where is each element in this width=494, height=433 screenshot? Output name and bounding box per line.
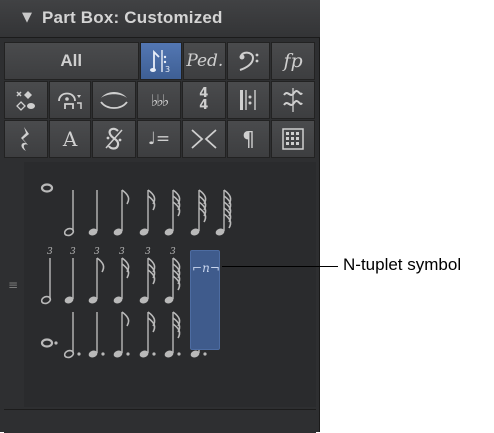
svg-text:3: 3	[94, 247, 100, 257]
note-symbol[interactable]	[163, 178, 185, 244]
tab-tempo[interactable]: ♩=	[137, 120, 181, 158]
dynamics-fp-icon: fp	[283, 50, 303, 72]
part-box-title: Part Box: Customized	[42, 8, 223, 27]
tab-grid[interactable]	[271, 120, 316, 158]
disclosure-triangle-icon[interactable]: ▼	[22, 10, 32, 25]
group-button-grid: All 3 Ped. fp ♭♭♭ 4 4 A ♩= ¶	[4, 42, 316, 159]
pedal-icon: Ped.	[186, 51, 224, 71]
hairpin-icon	[191, 129, 217, 149]
repeat-icon	[240, 90, 257, 110]
tempo-icon: ♩=	[147, 129, 171, 149]
articulation-icon	[58, 92, 82, 109]
panel-footer	[4, 409, 316, 433]
paragraph-icon: ¶	[242, 127, 255, 151]
dotted-note-symbol[interactable]	[40, 323, 62, 389]
dotted-note-symbol[interactable]	[163, 300, 185, 366]
callout-label: N-tuplet symbol	[343, 255, 462, 274]
note-symbol[interactable]	[112, 178, 134, 244]
tab-articulations[interactable]	[48, 81, 92, 119]
ornament-icon	[283, 88, 304, 112]
triplet-note-symbol[interactable]: 3	[40, 246, 62, 312]
notes-tuplet-icon: 3	[149, 49, 170, 74]
segno-icon	[105, 127, 123, 150]
slur-icon	[100, 92, 129, 109]
svg-text:3: 3	[119, 247, 125, 257]
svg-text:3: 3	[47, 247, 53, 257]
note-symbol[interactable]	[189, 178, 211, 244]
dotted-note-symbol[interactable]	[87, 300, 109, 366]
drag-handle-icon[interactable]: ≡	[8, 278, 18, 292]
tab-paragraph[interactable]: ¶	[226, 120, 271, 158]
time-signature-bottom: 4	[199, 98, 209, 113]
grid-icon	[282, 128, 304, 150]
note-symbol[interactable]	[138, 178, 160, 244]
noteheads-icon	[15, 91, 35, 111]
tab-dynamics[interactable]: fp	[271, 42, 315, 80]
tab-rests[interactable]	[4, 120, 48, 158]
tab-pedal[interactable]: Ped.	[183, 42, 227, 80]
n-tuplet-glyph: ⌐n¬	[192, 261, 220, 275]
note-symbol[interactable]	[87, 178, 109, 244]
tab-ornaments[interactable]	[271, 81, 316, 119]
rest-icon	[20, 127, 29, 151]
tab-slurs[interactable]	[92, 81, 137, 119]
dotted-note-symbol[interactable]	[63, 300, 85, 366]
svg-text:3: 3	[170, 247, 176, 257]
tab-notes-tuplets[interactable]: 3	[139, 42, 183, 80]
dotted-note-symbol[interactable]	[112, 300, 134, 366]
note-symbol[interactable]	[63, 178, 85, 244]
svg-text:3: 3	[165, 65, 170, 74]
part-box-header[interactable]: ▼ Part Box: Customized	[0, 0, 320, 38]
tab-clefs[interactable]	[227, 42, 271, 80]
tab-all[interactable]: All	[4, 42, 139, 80]
accidentals-icon: ♭♭♭	[150, 90, 170, 110]
tab-noteheads[interactable]	[4, 81, 48, 119]
dotted-note-symbol[interactable]	[138, 300, 160, 366]
n-tuplet-symbol[interactable]: ⌐n¬	[190, 250, 220, 350]
tab-repeats[interactable]	[226, 81, 271, 119]
text-icon: A	[62, 127, 78, 151]
tab-segno-coda[interactable]	[92, 120, 137, 158]
bass-clef-icon	[239, 51, 259, 71]
tab-time-signatures[interactable]: 4 4	[181, 81, 226, 119]
note-symbol[interactable]	[214, 178, 236, 244]
svg-text:3: 3	[70, 247, 76, 257]
callout-line	[222, 266, 338, 267]
note-symbol[interactable]	[40, 168, 62, 234]
tab-text[interactable]: A	[48, 120, 92, 158]
tab-hairpins[interactable]	[181, 120, 226, 158]
svg-text:3: 3	[145, 247, 151, 257]
tab-accidentals[interactable]: ♭♭♭	[137, 81, 181, 119]
